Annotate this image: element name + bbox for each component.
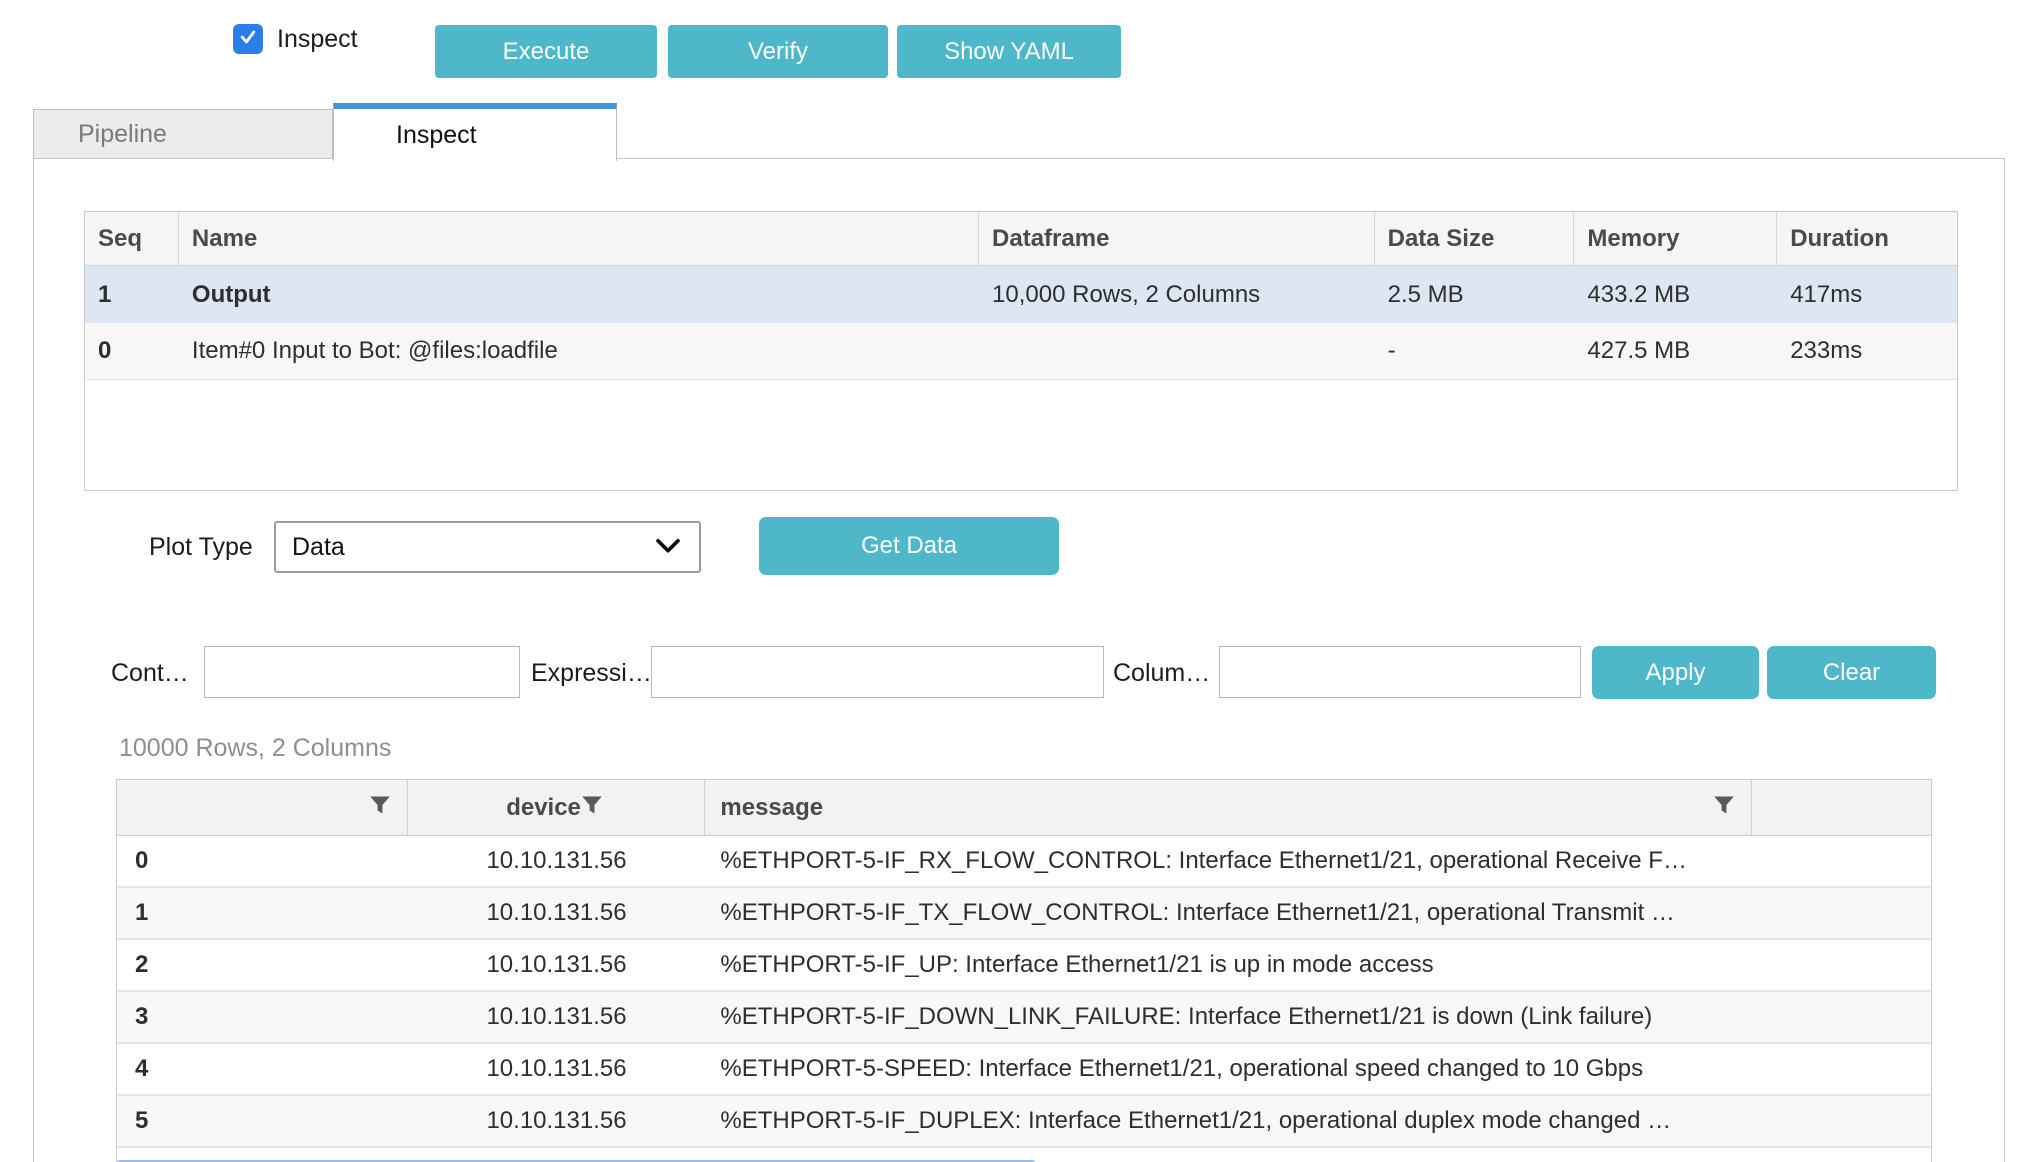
grid-col-message[interactable]: message: [705, 780, 1752, 835]
grid-col-device[interactable]: device: [408, 780, 706, 835]
grid-summary: 10000 Rows, 2 Columns: [119, 734, 391, 763]
grid-cell-message: %ETHPORT-5-SPEED: Interface Ethernet1/21…: [705, 1044, 1752, 1094]
steps-table-row-input[interactable]: 0 Item#0 Input to Bot: @files:loadfile -…: [85, 323, 1957, 380]
grid-cell-spacer: [1752, 1044, 1931, 1094]
show-yaml-button[interactable]: Show YAML: [897, 25, 1121, 78]
grid-cell-index: 4: [117, 1044, 408, 1094]
apply-button[interactable]: Apply: [1592, 646, 1759, 699]
cell-data-size: 2.5 MB: [1375, 266, 1575, 323]
grid-col-message-label: message: [720, 794, 823, 822]
checkmark-icon: [238, 27, 258, 52]
steps-table-header: Seq Name Dataframe Data Size Memory Dura…: [85, 212, 1957, 266]
get-data-button[interactable]: Get Data: [759, 517, 1059, 575]
cell-seq: 0: [85, 323, 179, 379]
verify-button[interactable]: Verify: [668, 25, 888, 78]
grid-cell-spacer: [1752, 836, 1931, 886]
filter-icon[interactable]: [369, 794, 391, 822]
filter-icon[interactable]: [1713, 794, 1735, 822]
cell-dataframe: 10,000 Rows, 2 Columns: [979, 266, 1375, 323]
cell-seq: 1: [85, 266, 179, 323]
filter-icon[interactable]: [581, 794, 603, 822]
column-input[interactable]: [1219, 646, 1581, 698]
cell-duration: 417ms: [1777, 266, 1957, 323]
grid-col-spacer: [1752, 780, 1931, 835]
cell-name: Item#0 Input to Bot: @files:loadfile: [179, 323, 979, 379]
grid-cell-spacer: [1752, 940, 1931, 990]
tab-pipeline-label: Pipeline: [78, 120, 167, 149]
cell-name: Output: [179, 266, 979, 323]
grid-cell-message: %ETHPORT-5-IF_RX_FLOW_CONTROL: Interface…: [705, 836, 1752, 886]
expression-input[interactable]: [651, 646, 1104, 698]
plot-type-label: Plot Type: [149, 533, 253, 562]
grid-cell-message: %ETHPORT-5-IF_DUPLEX: Interface Ethernet…: [705, 1096, 1752, 1146]
grid-cell-index: 5: [117, 1096, 408, 1146]
col-header-duration[interactable]: Duration: [1777, 212, 1957, 265]
grid-cell-device: 10.10.131.56: [408, 1096, 706, 1146]
grid-row[interactable]: 5 10.10.131.56 %ETHPORT-5-IF_DUPLEX: Int…: [117, 1096, 1931, 1148]
contains-label: Cont…: [111, 659, 189, 688]
data-grid: device message 0 10.10.131.56 %ETHPORT-5…: [116, 779, 1932, 1162]
plot-type-select[interactable]: Data: [274, 521, 701, 573]
grid-cell-device: 10.10.131.56: [408, 992, 706, 1042]
grid-cell-spacer: [1752, 1096, 1931, 1146]
grid-cell-index: 2: [117, 940, 408, 990]
grid-row[interactable]: 4 10.10.131.56 %ETHPORT-5-SPEED: Interfa…: [117, 1044, 1931, 1096]
col-header-name[interactable]: Name: [179, 212, 979, 265]
col-header-data-size[interactable]: Data Size: [1375, 212, 1575, 265]
cell-memory: 427.5 MB: [1574, 323, 1777, 379]
column-label: Colum…: [1113, 659, 1210, 688]
col-header-memory[interactable]: Memory: [1574, 212, 1777, 265]
grid-row[interactable]: 2 10.10.131.56 %ETHPORT-5-IF_UP: Interfa…: [117, 940, 1931, 992]
plot-type-selected-value: Data: [292, 533, 345, 562]
col-header-dataframe[interactable]: Dataframe: [979, 212, 1375, 265]
inspect-panel: Seq Name Dataframe Data Size Memory Dura…: [33, 158, 2005, 1162]
contains-input[interactable]: [204, 646, 520, 698]
grid-cell-message: %ETHPORT-5-IF_TX_FLOW_CONTROL: Interface…: [705, 888, 1752, 938]
cell-duration: 233ms: [1777, 323, 1957, 379]
steps-table: Seq Name Dataframe Data Size Memory Dura…: [84, 211, 1958, 491]
clear-button[interactable]: Clear: [1767, 646, 1936, 699]
inspect-screen: Inspect Execute Verify Show YAML Pipelin…: [0, 0, 2028, 1162]
grid-col-device-label: device: [506, 794, 581, 822]
grid-cell-device: 10.10.131.56: [408, 836, 706, 886]
cell-dataframe: [979, 323, 1375, 379]
tab-inspect-label: Inspect: [396, 121, 477, 150]
inspect-checkbox-label: Inspect: [277, 25, 358, 54]
grid-cell-spacer: [1752, 888, 1931, 938]
expression-label: Expressi…: [531, 659, 652, 688]
tab-inspect[interactable]: Inspect: [333, 103, 617, 161]
execute-button[interactable]: Execute: [435, 25, 657, 78]
grid-row[interactable]: 1 10.10.131.56 %ETHPORT-5-IF_TX_FLOW_CON…: [117, 888, 1931, 940]
cell-data-size: -: [1375, 323, 1575, 379]
grid-cell-index: 0: [117, 836, 408, 886]
col-header-seq[interactable]: Seq: [85, 212, 179, 265]
inspect-checkbox[interactable]: [233, 24, 263, 54]
grid-cell-index: 3: [117, 992, 408, 1042]
grid-row[interactable]: 0 10.10.131.56 %ETHPORT-5-IF_RX_FLOW_CON…: [117, 836, 1931, 888]
grid-row[interactable]: 3 10.10.131.56 %ETHPORT-5-IF_DOWN_LINK_F…: [117, 992, 1931, 1044]
grid-cell-index: 1: [117, 888, 408, 938]
chevron-down-icon: [655, 533, 681, 562]
inspect-checkbox-group: Inspect: [233, 24, 358, 54]
steps-table-row-output[interactable]: 1 Output 10,000 Rows, 2 Columns 2.5 MB 4…: [85, 266, 1957, 323]
grid-cell-device: 10.10.131.56: [408, 1044, 706, 1094]
grid-cell-device: 10.10.131.56: [408, 940, 706, 990]
grid-cell-message: %ETHPORT-5-IF_UP: Interface Ethernet1/21…: [705, 940, 1752, 990]
grid-cell-message: %ETHPORT-5-IF_DOWN_LINK_FAILURE: Interfa…: [705, 992, 1752, 1042]
data-grid-header: device message: [117, 780, 1931, 836]
tab-pipeline[interactable]: Pipeline: [33, 109, 333, 159]
grid-cell-device: 10.10.131.56: [408, 888, 706, 938]
grid-col-index[interactable]: [117, 780, 408, 835]
grid-cell-spacer: [1752, 992, 1931, 1042]
cell-memory: 433.2 MB: [1574, 266, 1777, 323]
